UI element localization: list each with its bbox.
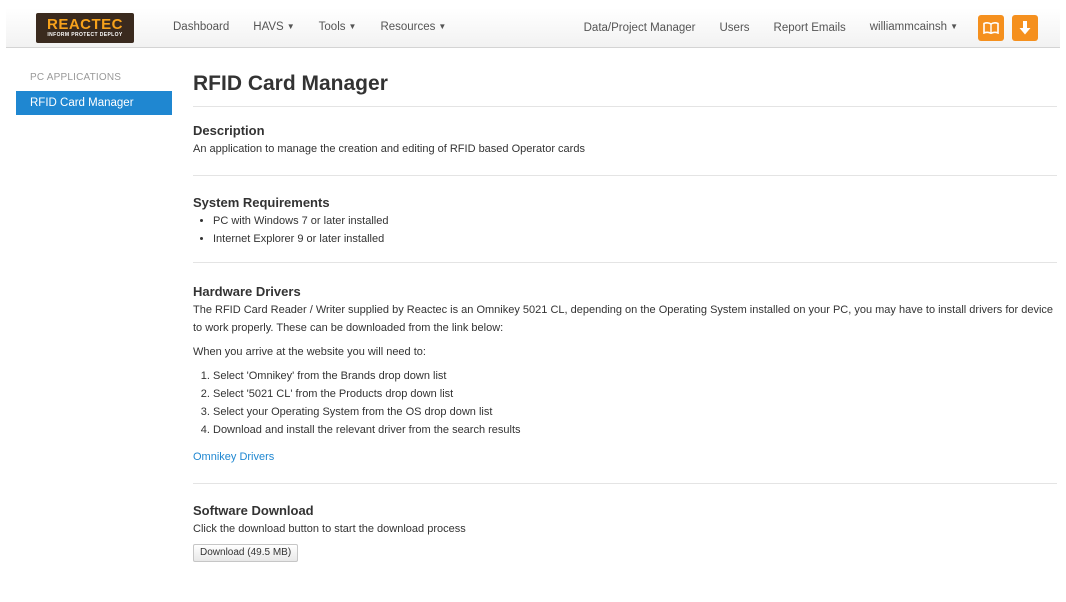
- reactec-logo[interactable]: REACTEC INFORM PROTECT DEPLOY: [36, 12, 134, 43]
- sidebar: PC APPLICATIONS RFID Card Manager: [16, 70, 172, 115]
- list-item: Select your Operating System from the OS…: [213, 403, 1057, 421]
- list-item: Download and install the relevant driver…: [213, 421, 1057, 439]
- logo-tagline: INFORM PROTECT DEPLOY: [47, 31, 123, 38]
- description-text: An application to manage the creation an…: [193, 143, 585, 155]
- software-download-heading: Software Download: [193, 503, 314, 518]
- omnikey-drivers-link[interactable]: Omnikey Drivers: [193, 451, 274, 463]
- sidebar-item-rfid-card-manager[interactable]: RFID Card Manager: [16, 91, 172, 115]
- hardware-drivers-intro: When you arrive at the website you will …: [193, 346, 426, 358]
- list-item: Select 'Omnikey' from the Brands drop do…: [213, 367, 1057, 385]
- caret-down-icon: ▼: [438, 22, 447, 31]
- nav-tools-dropdown[interactable]: Tools ▼: [307, 7, 369, 48]
- software-download-section: Software Download Click the download but…: [193, 484, 1057, 562]
- page-title: RFID Card Manager: [193, 70, 1057, 107]
- software-download-text: Click the download button to start the d…: [193, 523, 466, 535]
- nav-right: Data/Project Manager Users Report Emails…: [572, 7, 1038, 48]
- nav-data-project-manager[interactable]: Data/Project Manager: [572, 8, 708, 48]
- description-heading: Description: [193, 123, 265, 138]
- nav-report-emails[interactable]: Report Emails: [762, 8, 858, 48]
- list-item: Internet Explorer 9 or later installed: [213, 230, 1057, 248]
- download-arrow-icon[interactable]: [1012, 14, 1038, 41]
- sidebar-header: PC APPLICATIONS: [30, 72, 122, 83]
- nav-havs-dropdown[interactable]: HAVS ▼: [241, 7, 306, 48]
- system-requirements-heading: System Requirements: [193, 195, 330, 210]
- hardware-drivers-heading: Hardware Drivers: [193, 284, 301, 299]
- system-requirements-list: PC with Windows 7 or later installed Int…: [193, 212, 1057, 248]
- nav-users[interactable]: Users: [708, 8, 762, 48]
- download-button[interactable]: Download (49.5 MB): [193, 544, 299, 562]
- caret-down-icon: ▼: [348, 22, 357, 31]
- caret-down-icon: ▼: [286, 22, 295, 31]
- nav-user-menu[interactable]: williammcainsh ▼: [858, 7, 970, 48]
- description-section: Description An application to manage the…: [193, 107, 1057, 176]
- logo-name: REACTEC: [46, 15, 123, 33]
- main-content: RFID Card Manager Description An applica…: [193, 70, 1057, 562]
- list-item: PC with Windows 7 or later installed: [213, 212, 1057, 230]
- nav-left: Dashboard HAVS ▼ Tools ▼ Resources ▼: [161, 7, 458, 48]
- book-icon[interactable]: [978, 14, 1004, 41]
- nav-dashboard[interactable]: Dashboard: [161, 7, 241, 48]
- driver-steps-list: Select 'Omnikey' from the Brands drop do…: [193, 367, 1057, 439]
- caret-down-icon: ▼: [950, 22, 958, 31]
- nav-resources-dropdown[interactable]: Resources ▼: [368, 7, 458, 48]
- hardware-drivers-text: The RFID Card Reader / Writer supplied b…: [193, 304, 1054, 334]
- hardware-drivers-section: Hardware Drivers The RFID Card Reader / …: [193, 263, 1057, 484]
- list-item: Select '5021 CL' from the Products drop …: [213, 385, 1057, 403]
- top-navbar: REACTEC INFORM PROTECT DEPLOY Dashboard …: [6, 8, 1060, 48]
- sidebar-item-label: RFID Card Manager: [30, 97, 134, 109]
- system-requirements-section: System Requirements PC with Windows 7 or…: [193, 176, 1057, 263]
